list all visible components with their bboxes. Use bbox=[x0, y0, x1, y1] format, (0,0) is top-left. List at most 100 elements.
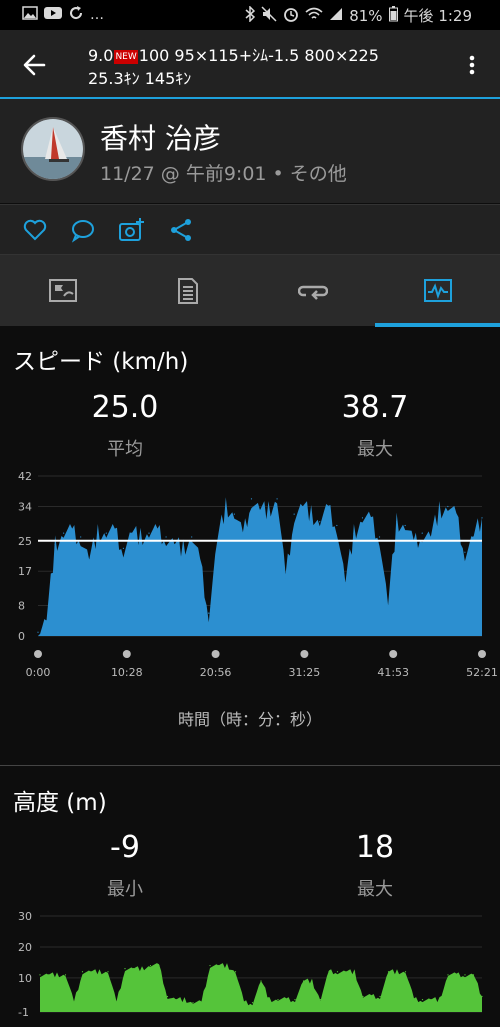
signal-icon bbox=[329, 7, 343, 25]
activity-header: 香村 治彦 11/27 @ 午前9:01 • その他 bbox=[0, 99, 500, 203]
data-point bbox=[199, 563, 201, 565]
x-tick-label: 31:25 bbox=[289, 666, 321, 679]
data-point bbox=[404, 971, 407, 973]
clock-text: 午後 1:29 bbox=[403, 7, 472, 25]
app-bar: 9.0 NEW 100 95×115+ｼﾑ-1.5 800×225 25.3ｷﾝ 1… bbox=[0, 30, 500, 97]
data-point bbox=[472, 974, 475, 976]
data-point bbox=[122, 547, 124, 549]
user-name[interactable]: 香村 治彦 bbox=[100, 117, 221, 157]
tab-summary[interactable] bbox=[0, 255, 125, 327]
data-point bbox=[370, 521, 372, 523]
flag-map-icon bbox=[48, 279, 77, 302]
y-tick-label: 25 bbox=[18, 535, 32, 548]
data-point bbox=[413, 543, 415, 546]
data-point bbox=[319, 999, 322, 1001]
speed-avg-label: 平均 bbox=[107, 439, 143, 460]
data-point bbox=[285, 999, 288, 1001]
data-point bbox=[438, 999, 441, 1001]
activity-meta: 11/27 @ 午前9:01 • その他 bbox=[100, 163, 347, 185]
elevation-max-value: 18 bbox=[355, 830, 395, 865]
data-point bbox=[327, 509, 329, 511]
data-point bbox=[353, 971, 356, 973]
data-point bbox=[225, 505, 227, 508]
data-point bbox=[64, 974, 67, 976]
y-tick-label: 34 bbox=[18, 500, 32, 513]
data-point bbox=[455, 517, 457, 519]
back-button[interactable] bbox=[20, 50, 50, 80]
x-tick-dot bbox=[300, 650, 309, 658]
data-point bbox=[105, 532, 107, 534]
data-point bbox=[285, 578, 287, 580]
data-point bbox=[226, 964, 228, 967]
y-tick-label: 20 bbox=[18, 941, 32, 954]
new-badge: NEW bbox=[114, 50, 138, 64]
elevation-chart: -1 10 20 30 bbox=[18, 910, 483, 1019]
data-point bbox=[464, 551, 466, 553]
data-point bbox=[344, 582, 346, 584]
y-tick-label: 42 bbox=[18, 470, 32, 483]
data-point bbox=[251, 1002, 254, 1004]
data-point bbox=[165, 536, 167, 538]
data-point bbox=[90, 971, 92, 973]
activity-title-line1: 9.0 NEW 100 95×115+ｼﾑ-1.5 800×225 bbox=[88, 42, 379, 66]
tab-details[interactable] bbox=[125, 255, 250, 327]
arrow-left-icon bbox=[23, 54, 46, 76]
data-point bbox=[396, 521, 398, 523]
y-tick-label: 30 bbox=[18, 910, 32, 923]
share-icon[interactable] bbox=[168, 217, 194, 243]
data-point bbox=[421, 999, 424, 1001]
heart-icon[interactable] bbox=[22, 217, 48, 243]
data-point bbox=[353, 532, 355, 534]
x-tick-label: 20:56 bbox=[200, 666, 232, 679]
x-tick-label: 41:53 bbox=[377, 666, 409, 679]
chart-icon bbox=[423, 279, 452, 302]
x-tick-label: 0:00 bbox=[26, 666, 51, 679]
data-point bbox=[378, 536, 381, 538]
tab-charts[interactable] bbox=[375, 255, 500, 327]
data-point bbox=[277, 999, 279, 1001]
data-point bbox=[54, 543, 56, 546]
data-point bbox=[472, 536, 475, 538]
avatar[interactable] bbox=[21, 117, 85, 181]
data-point bbox=[302, 505, 304, 508]
youtube-icon bbox=[44, 6, 62, 24]
y-tick-label: 10 bbox=[18, 972, 32, 985]
data-point bbox=[260, 980, 262, 982]
comment-icon[interactable] bbox=[70, 217, 96, 243]
data-point bbox=[131, 532, 133, 534]
x-tick-dot bbox=[211, 650, 220, 658]
data-point bbox=[182, 547, 184, 549]
data-point bbox=[447, 974, 449, 976]
mute-icon bbox=[261, 5, 277, 26]
data-point bbox=[387, 604, 389, 607]
action-bar bbox=[0, 204, 500, 254]
data-point bbox=[404, 524, 406, 527]
wifi-icon bbox=[305, 7, 323, 25]
data-point bbox=[139, 536, 142, 538]
series-area bbox=[40, 963, 482, 1012]
data-point bbox=[209, 964, 211, 967]
x-tick-dot bbox=[478, 650, 486, 658]
speed-max-value: 38.7 bbox=[341, 390, 409, 425]
document-icon bbox=[177, 278, 198, 304]
active-tab-indicator bbox=[375, 323, 500, 327]
data-point bbox=[149, 964, 152, 967]
data-point bbox=[311, 980, 313, 982]
data-point bbox=[124, 968, 126, 970]
overflow-menu-button[interactable] bbox=[462, 50, 482, 80]
data-point bbox=[345, 971, 347, 973]
data-point bbox=[267, 509, 270, 511]
data-point bbox=[56, 974, 58, 976]
data-point bbox=[361, 517, 364, 519]
sync-icon bbox=[68, 5, 84, 25]
data-point bbox=[276, 498, 278, 500]
data-point bbox=[191, 536, 193, 538]
series-area bbox=[38, 497, 482, 636]
tab-laps[interactable] bbox=[250, 255, 375, 327]
section-divider bbox=[0, 765, 500, 766]
data-point bbox=[71, 532, 73, 534]
add-photo-icon[interactable] bbox=[118, 217, 144, 243]
alarm-icon bbox=[283, 6, 299, 26]
data-point bbox=[183, 999, 186, 1001]
data-point bbox=[379, 995, 381, 998]
